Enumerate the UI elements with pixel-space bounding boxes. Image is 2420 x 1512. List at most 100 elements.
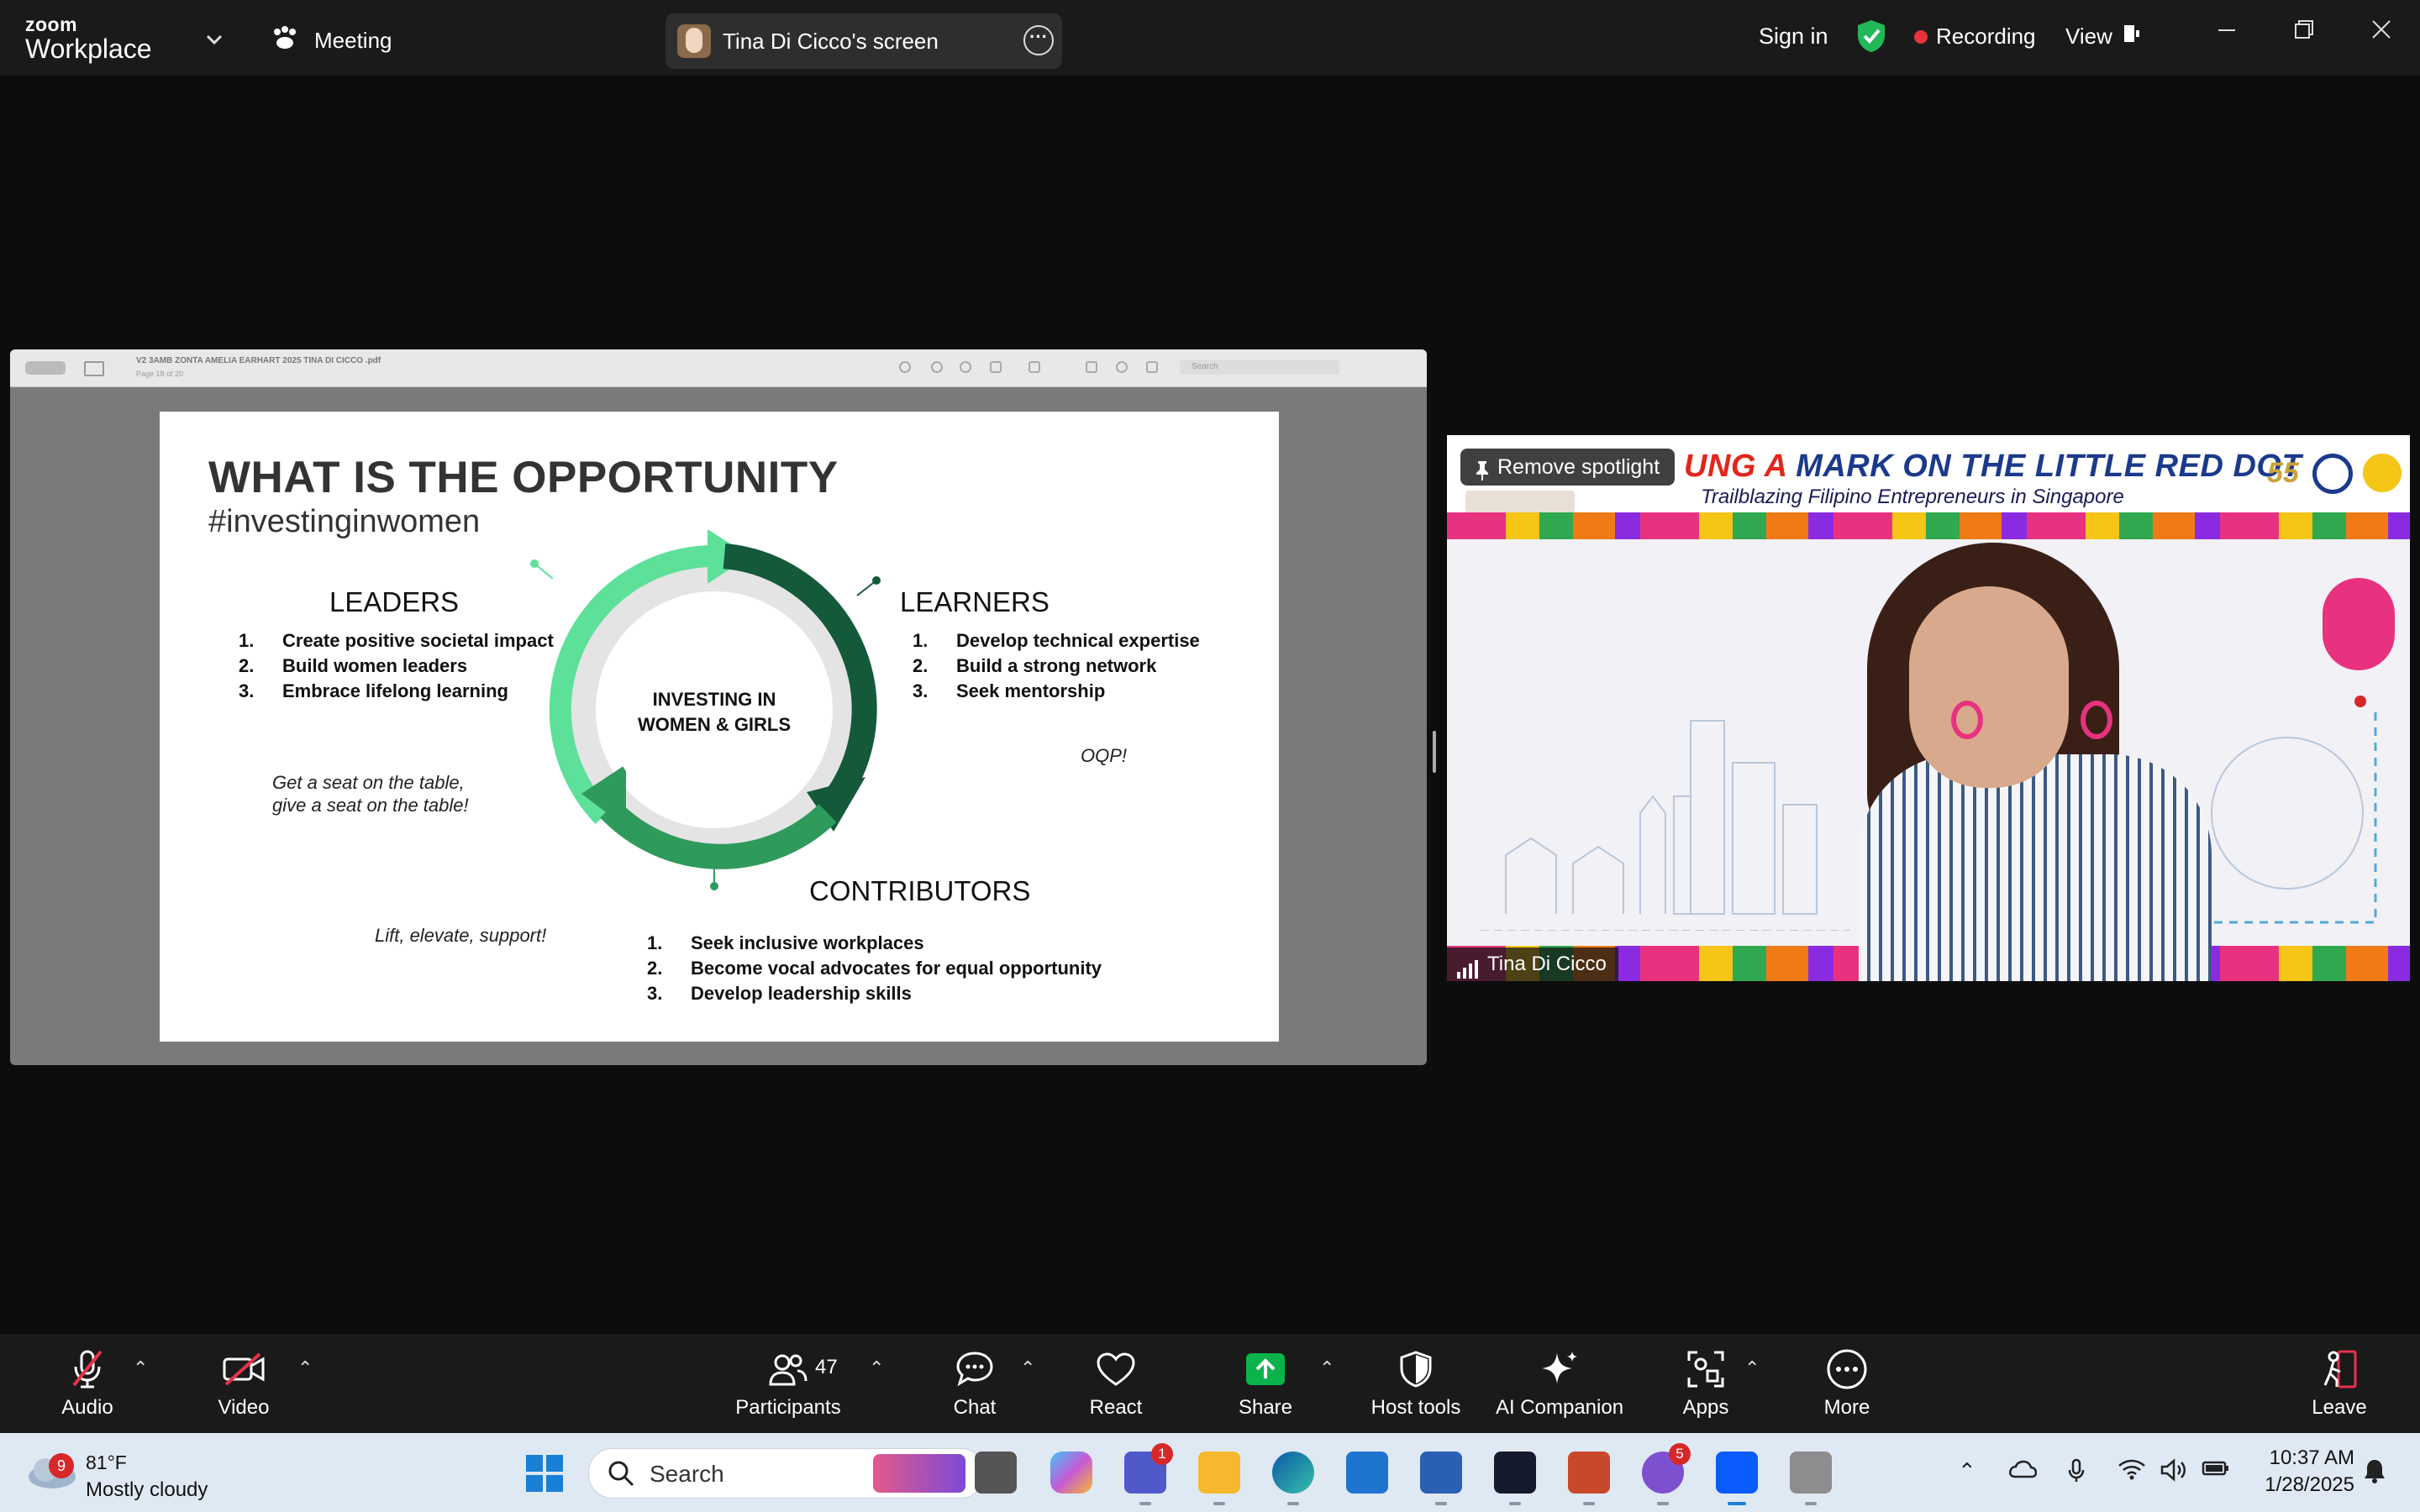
pin-icon bbox=[1474, 456, 1491, 493]
close-icon[interactable] bbox=[2365, 18, 2398, 47]
audio-options-caret-icon[interactable]: ⌃ bbox=[133, 1357, 148, 1379]
webex-icon[interactable] bbox=[1494, 1452, 1536, 1505]
leaders-quote: Get a seat on the table, give a seat on … bbox=[272, 771, 469, 816]
recording-label: Recording bbox=[1936, 24, 2036, 49]
cycle-center-label: INVESTING IN WOMEN & GIRLS bbox=[597, 687, 832, 738]
restore-icon[interactable] bbox=[2287, 18, 2321, 47]
apps-icon bbox=[1672, 1347, 1739, 1391]
ai-companion-button[interactable]: AI Companion bbox=[1492, 1347, 1627, 1420]
pdf-viewer-toolbar: V2 3AMB ZONTA AMELIA EARHART 2025 TINA D… bbox=[10, 349, 1427, 387]
audio-label: Audio bbox=[61, 1396, 113, 1419]
show-hidden-icons-icon[interactable]: ⌃ bbox=[1958, 1458, 1976, 1484]
clock-date: 1/28/2025 bbox=[2265, 1473, 2354, 1496]
wifi-icon[interactable] bbox=[2118, 1458, 2146, 1486]
info-icon bbox=[899, 361, 911, 373]
slide-hashtag: #investinginwomen bbox=[208, 504, 481, 539]
volume-icon[interactable] bbox=[2160, 1458, 2188, 1488]
more-options-icon[interactable]: ··· bbox=[1023, 25, 1054, 55]
video-label: Video bbox=[218, 1396, 270, 1419]
zoom-icon[interactable] bbox=[1716, 1452, 1758, 1505]
chat-options-caret-icon[interactable]: ⌃ bbox=[1020, 1357, 1035, 1379]
participants-options-caret-icon[interactable]: ⌃ bbox=[869, 1357, 884, 1379]
banner-subtitle: Trailblazing Filipino Entrepreneurs in S… bbox=[1701, 486, 2124, 508]
list-item: 3. Seek mentorship bbox=[913, 680, 1106, 701]
taskbar-search-box[interactable]: Search bbox=[588, 1448, 985, 1499]
leave-label: Leave bbox=[2312, 1396, 2367, 1419]
list-item: 1. Develop technical expertise bbox=[913, 630, 1200, 651]
battery-icon[interactable] bbox=[2202, 1458, 2230, 1484]
system-clock[interactable]: 10:37 AM 1/28/2025 bbox=[2254, 1445, 2354, 1499]
leaders-quote-line1: Get a seat on the table, bbox=[272, 772, 465, 793]
clock-time: 10:37 AM bbox=[2269, 1446, 2354, 1469]
temperature: 81°F bbox=[86, 1452, 127, 1473]
list-item: 1. Create positive societal impact bbox=[239, 630, 554, 651]
file-explorer-icon[interactable] bbox=[1198, 1452, 1240, 1505]
apps-options-caret-icon[interactable]: ⌃ bbox=[1744, 1357, 1760, 1379]
react-label: React bbox=[1089, 1396, 1143, 1419]
encryption-shield-icon[interactable] bbox=[1855, 18, 1887, 58]
word-icon[interactable] bbox=[1420, 1452, 1462, 1505]
recording-indicator[interactable]: Recording bbox=[1914, 24, 2036, 50]
recording-dot-icon bbox=[1914, 29, 1928, 44]
leaders-quote-line2: give a seat on the table! bbox=[272, 795, 469, 816]
windows-start-icon[interactable] bbox=[524, 1453, 565, 1498]
pdf-filename: V2 3AMB ZONTA AMELIA EARHART 2025 TINA D… bbox=[136, 356, 381, 365]
split-view-handle[interactable] bbox=[1433, 731, 1436, 773]
share-button[interactable]: Share bbox=[1232, 1347, 1299, 1420]
meeting-menu-button[interactable]: Meeting bbox=[271, 25, 392, 56]
signal-strength-icon bbox=[1457, 956, 1479, 981]
map-pin-icon bbox=[2323, 578, 2395, 670]
contributors-quote: Lift, elevate, support! bbox=[375, 925, 547, 946]
react-button[interactable]: React bbox=[1082, 1347, 1150, 1420]
presentation-slide: WHAT IS THE OPPORTUNITY #investinginwome… bbox=[160, 412, 1279, 1042]
leave-button[interactable]: Leave bbox=[2306, 1347, 2373, 1420]
chat-button[interactable]: Chat bbox=[941, 1347, 1008, 1420]
spotlight-video-tile[interactable]: UNG A MARK ON THE LITTLE RED DOT Trailbl… bbox=[1447, 435, 2410, 981]
edge-icon[interactable] bbox=[1272, 1452, 1314, 1505]
share-options-caret-icon[interactable]: ⌃ bbox=[1319, 1357, 1334, 1379]
markup-icon bbox=[1028, 361, 1040, 373]
sign-in-link[interactable]: Sign in bbox=[1759, 24, 1828, 50]
remove-spotlight-button[interactable]: Remove spotlight bbox=[1460, 449, 1676, 486]
minimize-icon[interactable] bbox=[2210, 18, 2244, 47]
notification-bell-icon[interactable] bbox=[2363, 1458, 2386, 1489]
viber-badge: 5 bbox=[1669, 1443, 1691, 1465]
banner-stripe bbox=[1447, 512, 2410, 539]
weather-widget[interactable]: 9 81°F Mostly cloudy bbox=[22, 1443, 208, 1501]
task-view-icon[interactable] bbox=[975, 1452, 1017, 1494]
host-tools-button[interactable]: Host tools bbox=[1361, 1347, 1470, 1420]
sparkle-icon bbox=[1492, 1347, 1627, 1391]
more-button[interactable]: More bbox=[1813, 1347, 1881, 1420]
audio-button[interactable]: Audio bbox=[52, 1347, 123, 1420]
list-item: 2. Become vocal advocates for equal oppor… bbox=[647, 958, 1102, 979]
microphone-icon[interactable] bbox=[2067, 1458, 2086, 1489]
chevron-down-icon[interactable] bbox=[205, 29, 224, 50]
apps-button[interactable]: Apps bbox=[1672, 1347, 1739, 1420]
screen-share-indicator[interactable]: Tina Di Cicco's screen ··· bbox=[666, 13, 1062, 69]
list-item: 3. Embrace lifelong learning bbox=[239, 680, 508, 701]
contributors-title: CONTRIBUTORS bbox=[809, 875, 1031, 906]
powerpoint-icon[interactable] bbox=[1568, 1452, 1610, 1505]
list-item: 3. Develop leadership skills bbox=[647, 983, 912, 1004]
learners-title: LEARNERS bbox=[900, 586, 1050, 617]
leaders-title: LEADERS bbox=[329, 586, 460, 617]
skyline-illustration bbox=[1481, 720, 1850, 931]
copilot-icon[interactable] bbox=[1050, 1452, 1092, 1494]
video-button[interactable]: Video bbox=[210, 1347, 277, 1420]
file-transfer-icon[interactable] bbox=[1790, 1452, 1832, 1505]
window-controls bbox=[25, 361, 66, 375]
shared-screen: V2 3AMB ZONTA AMELIA EARHART 2025 TINA D… bbox=[10, 349, 1427, 1065]
zoom-workplace-logo[interactable]: zoom Workplace bbox=[25, 15, 152, 65]
pdf-search-field: Search bbox=[1180, 360, 1339, 375]
viber-icon[interactable]: 5 bbox=[1642, 1443, 1691, 1505]
center-line2: WOMEN & GIRLS bbox=[637, 714, 792, 735]
view-menu-button[interactable]: View bbox=[2065, 24, 2141, 50]
view-layout-icon bbox=[2123, 24, 2141, 50]
slide-title: WHAT IS THE OPPORTUNITY bbox=[208, 453, 839, 502]
onedrive-icon[interactable] bbox=[2008, 1458, 2038, 1484]
video-options-caret-icon[interactable]: ⌃ bbox=[297, 1357, 313, 1379]
store-icon[interactable] bbox=[1346, 1452, 1388, 1494]
rotate-icon bbox=[1086, 361, 1097, 373]
teams-icon[interactable]: 1 bbox=[1124, 1443, 1173, 1505]
leave-icon bbox=[2306, 1347, 2373, 1391]
